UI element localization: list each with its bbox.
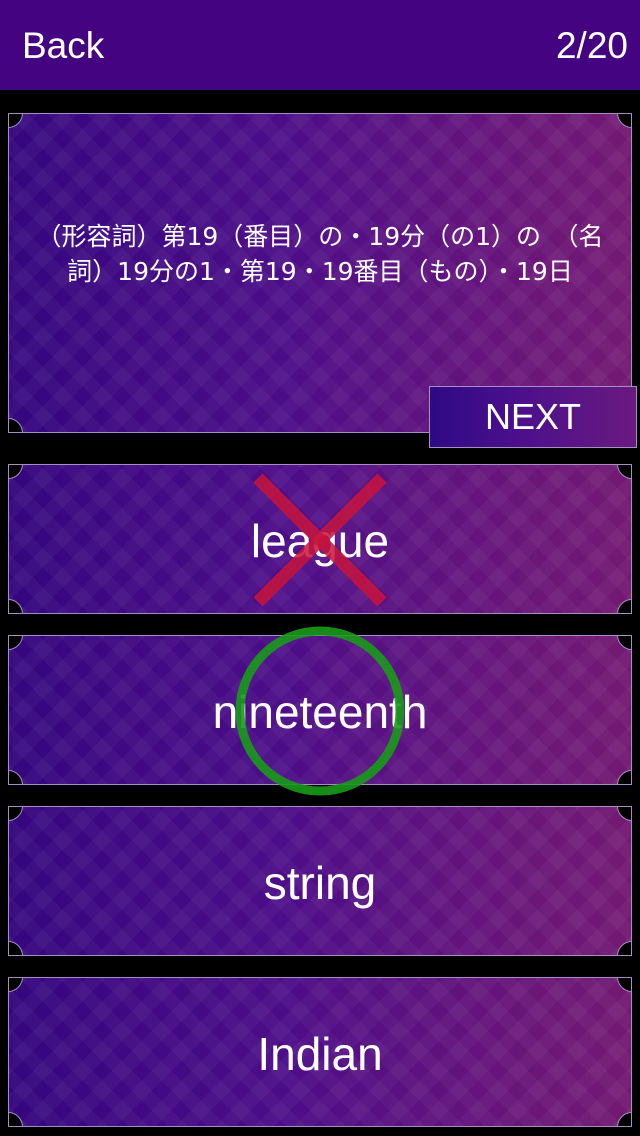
answer-option-nineteenth[interactable]: nineteenth	[8, 635, 632, 785]
card-notch	[9, 465, 23, 479]
progress-counter: 2/20	[555, 25, 628, 66]
question-card: （形容詞）第19（番目）の・19分（の1）の （名詞）19分の1・第19・19番…	[8, 113, 632, 433]
card-notch	[9, 978, 23, 992]
answer-option-league[interactable]: league	[8, 464, 632, 614]
card-notch	[9, 770, 23, 784]
card-notch	[9, 418, 23, 432]
answer-label: string	[263, 857, 377, 909]
card-notch	[617, 770, 631, 784]
card-notch	[617, 465, 631, 479]
card-notch	[617, 941, 631, 955]
answer-label: Indian	[257, 1028, 383, 1080]
answer-label: league	[250, 515, 390, 567]
card-notch	[617, 1112, 631, 1126]
header-bar: Back 2/20	[0, 0, 640, 90]
card-notch	[9, 599, 23, 613]
card-notch	[617, 599, 631, 613]
card-notch	[9, 807, 23, 821]
card-notch	[9, 941, 23, 955]
card-notch	[9, 636, 23, 650]
answer-option-indian[interactable]: Indian	[8, 977, 632, 1127]
answer-label: nineteenth	[212, 686, 428, 738]
back-button[interactable]: Back	[22, 24, 104, 68]
card-notch	[9, 114, 23, 128]
card-notch	[617, 114, 631, 128]
card-notch	[9, 1112, 23, 1126]
answer-option-string[interactable]: string	[8, 806, 632, 956]
card-notch	[617, 636, 631, 650]
question-text: （形容詞）第19（番目）の・19分（の1）の （名詞）19分の1・第19・19番…	[36, 222, 604, 286]
card-notch	[617, 978, 631, 992]
next-button[interactable]: NEXT	[429, 386, 637, 448]
card-notch	[617, 807, 631, 821]
